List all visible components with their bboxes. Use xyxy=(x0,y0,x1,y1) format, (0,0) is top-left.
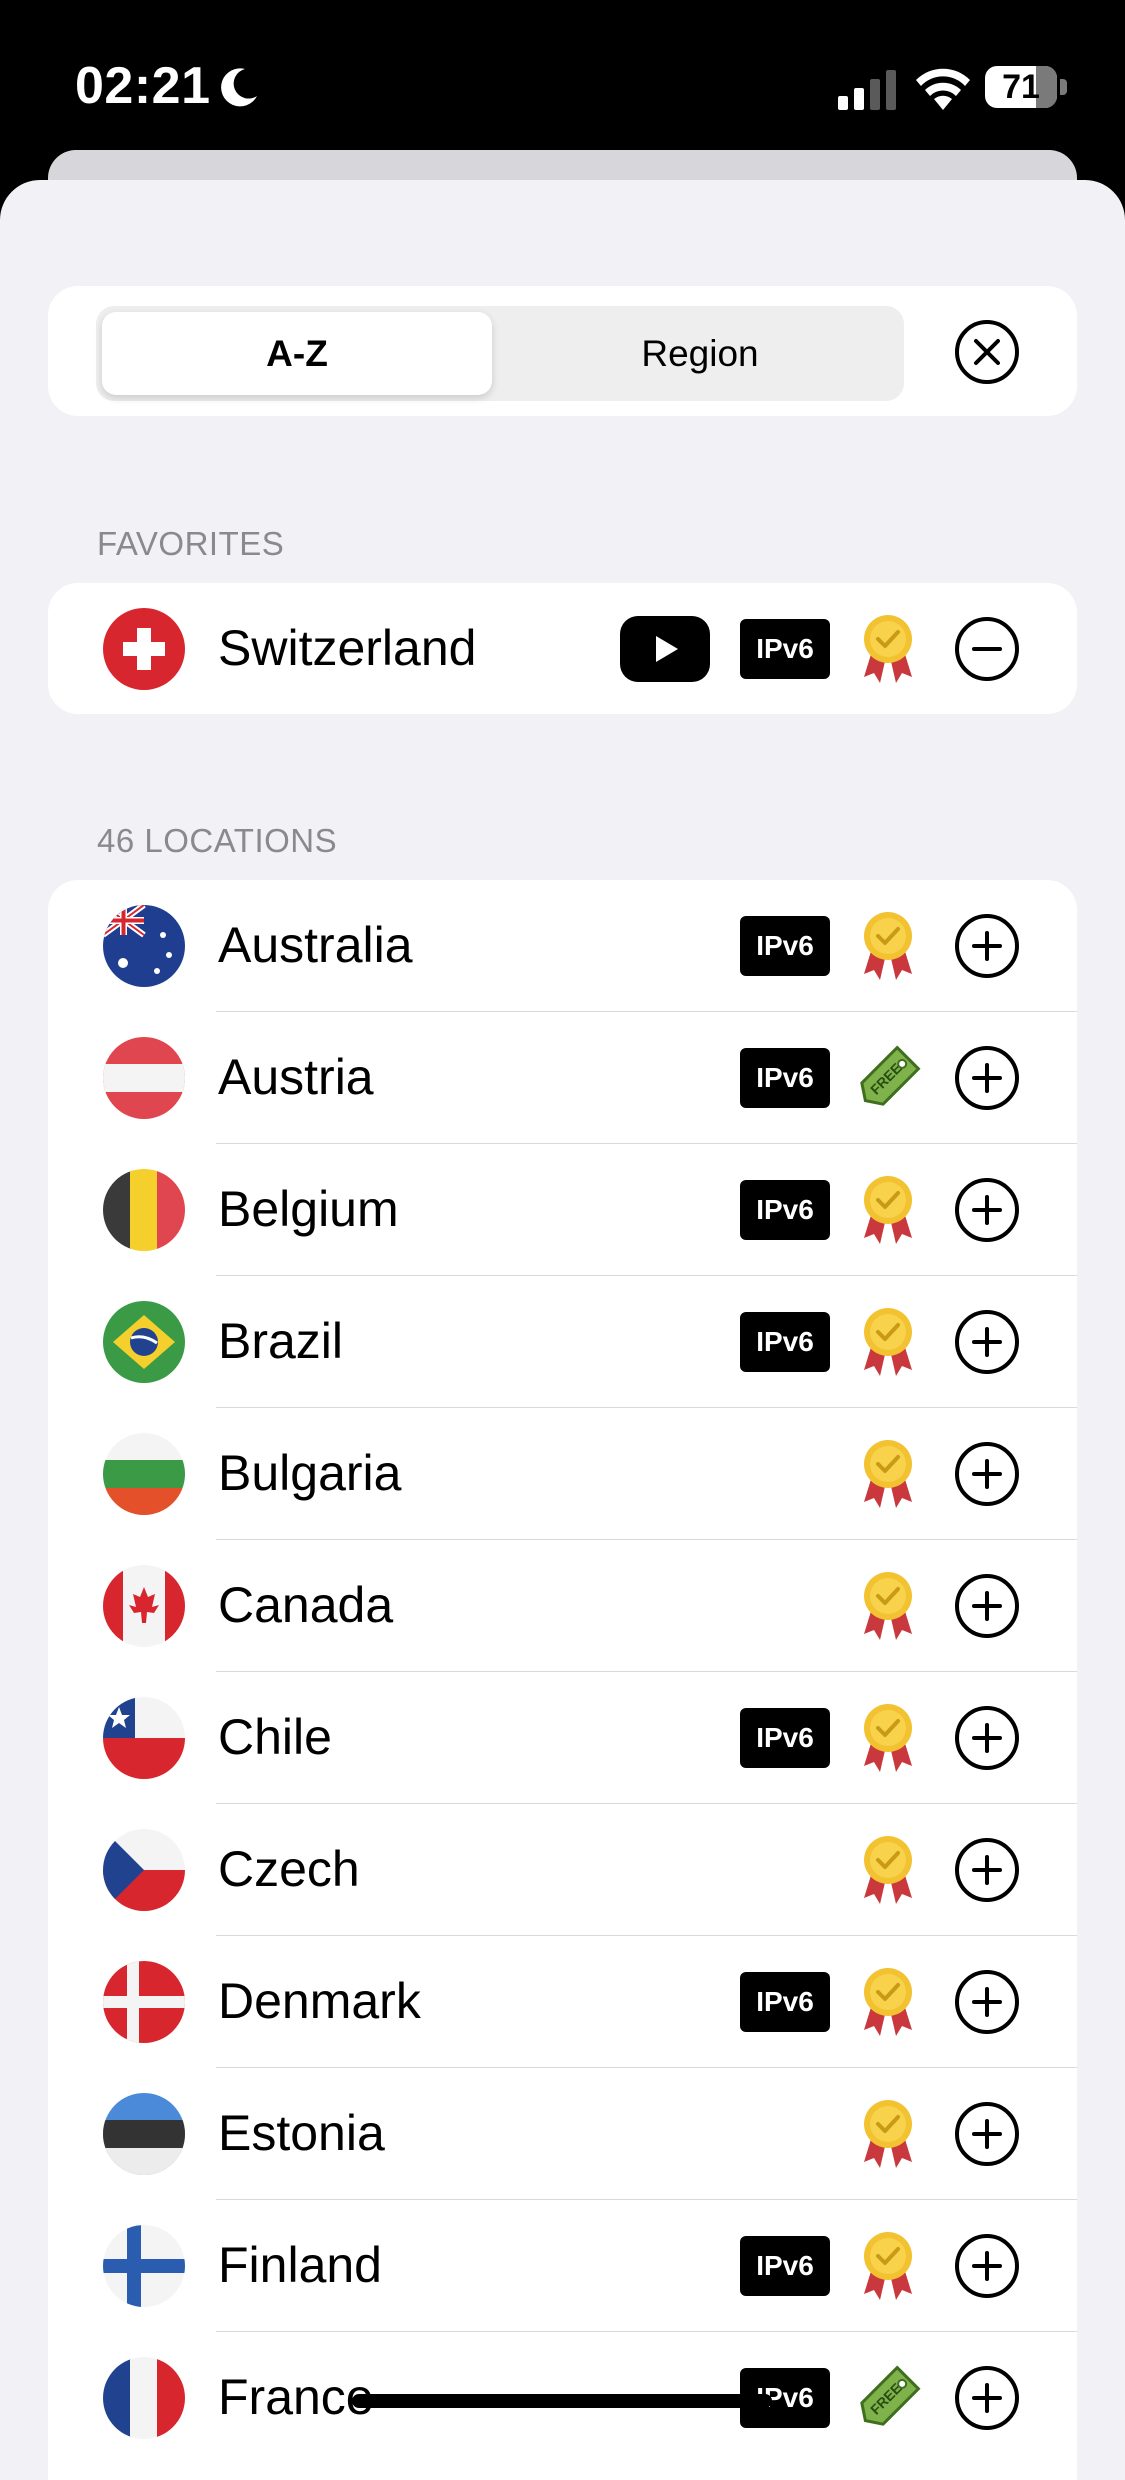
location-row-cz[interactable]: Czech xyxy=(48,1804,1077,1936)
location-picker-sheet: A-Z Region FAVORITES Switzerland IPv6 46 … xyxy=(0,180,1125,2480)
flag-icon xyxy=(103,2357,185,2439)
free-tag-icon: FREE xyxy=(860,1045,921,1106)
add-favorite-icon[interactable] xyxy=(954,1441,1020,1507)
sort-bar: A-Z Region xyxy=(48,286,1077,416)
ipv6-badge: IPv6 xyxy=(740,2236,830,2296)
sort-segmented-control: A-Z Region xyxy=(96,306,904,401)
wifi-icon xyxy=(916,68,970,110)
close-icon[interactable] xyxy=(954,319,1020,385)
ipv6-badge: IPv6 xyxy=(740,619,830,679)
battery-percent: 71 xyxy=(1002,68,1040,106)
add-favorite-icon[interactable] xyxy=(954,2233,1020,2299)
location-row-ca[interactable]: Canada xyxy=(48,1540,1077,1672)
location-row-at[interactable]: Austria IPv6 FREE xyxy=(48,1012,1077,1144)
flag-icon xyxy=(103,1961,185,2043)
location-name: Chile xyxy=(218,1709,332,1765)
home-indicator xyxy=(352,2394,772,2408)
add-favorite-icon[interactable] xyxy=(954,1969,1020,2035)
add-favorite-icon[interactable] xyxy=(954,2101,1020,2167)
premium-medal-icon xyxy=(864,1968,912,2036)
ipv6-badge: IPv6 xyxy=(740,1048,830,1108)
favorites-header: FAVORITES xyxy=(97,525,285,562)
location-name: Brazil xyxy=(218,1313,344,1369)
segment-a-z[interactable]: A-Z xyxy=(102,312,492,395)
premium-medal-icon xyxy=(864,1704,912,1772)
streaming-play-icon xyxy=(620,616,710,682)
location-row-au[interactable]: Australia IPv6 xyxy=(48,880,1077,1012)
location-name: Switzerland xyxy=(218,620,477,676)
status-time: 02:21 xyxy=(75,57,211,115)
location-name: Bulgaria xyxy=(218,1445,402,1501)
flag-icon xyxy=(103,608,185,690)
locations-list: Australia IPv6 Austria IPv6 FREE Belgium IPv6 B… xyxy=(48,880,1077,2480)
premium-medal-icon xyxy=(864,1308,912,1376)
add-favorite-icon[interactable] xyxy=(954,913,1020,979)
add-favorite-icon[interactable] xyxy=(954,1177,1020,1243)
flag-icon xyxy=(103,1169,185,1251)
flag-icon xyxy=(103,1433,185,1515)
location-row-ee[interactable]: Estonia xyxy=(48,2068,1077,2200)
add-favorite-icon[interactable] xyxy=(954,1573,1020,1639)
flag-icon xyxy=(103,1565,185,1647)
premium-medal-icon xyxy=(864,1176,912,1244)
location-row-bg[interactable]: Bulgaria xyxy=(48,1408,1077,1540)
location-name: Austria xyxy=(218,1049,374,1105)
flag-icon xyxy=(103,2093,185,2175)
location-row-fi[interactable]: Finland IPv6 xyxy=(48,2200,1077,2332)
cellular-signal-icon xyxy=(838,70,896,110)
location-name: Canada xyxy=(218,1577,394,1633)
flag-icon xyxy=(103,1829,185,1911)
premium-medal-icon xyxy=(864,1836,912,1904)
location-name: Belgium xyxy=(218,1181,399,1237)
location-name: Finland xyxy=(218,2237,382,2293)
location-name: Australia xyxy=(218,917,413,973)
favorites-list: Switzerland IPv6 xyxy=(48,583,1077,714)
flag-icon xyxy=(103,905,185,987)
premium-medal-icon xyxy=(864,912,912,980)
location-name: Estonia xyxy=(218,2105,385,2161)
location-name: Denmark xyxy=(218,1973,421,2029)
premium-medal-icon xyxy=(864,2232,912,2300)
ipv6-badge: IPv6 xyxy=(740,1312,830,1372)
location-row-ch[interactable]: Switzerland IPv6 xyxy=(48,583,1077,715)
premium-medal-icon xyxy=(864,1440,912,1508)
moon-icon xyxy=(221,68,257,107)
add-favorite-icon[interactable] xyxy=(954,1837,1020,1903)
location-name: France xyxy=(218,2369,374,2425)
flag-icon xyxy=(103,1697,185,1779)
battery-indicator: 71 xyxy=(985,66,1067,108)
status-bar: 02:21 71 xyxy=(0,0,1125,175)
add-favorite-icon[interactable] xyxy=(954,1309,1020,1375)
free-tag-icon: FREE xyxy=(860,2365,921,2426)
location-row-br[interactable]: Brazil IPv6 xyxy=(48,1276,1077,1408)
location-row-be[interactable]: Belgium IPv6 xyxy=(48,1144,1077,1276)
ipv6-badge: IPv6 xyxy=(740,1972,830,2032)
ipv6-badge: IPv6 xyxy=(740,916,830,976)
premium-medal-icon xyxy=(864,615,912,683)
flag-icon xyxy=(103,2225,185,2307)
flag-icon xyxy=(103,1301,185,1383)
ipv6-badge: IPv6 xyxy=(740,1180,830,1240)
location-row-cl[interactable]: Chile IPv6 xyxy=(48,1672,1077,1804)
location-row-dk[interactable]: Denmark IPv6 xyxy=(48,1936,1077,2068)
ipv6-badge: IPv6 xyxy=(740,1708,830,1768)
locations-header: 46 LOCATIONS xyxy=(97,822,338,859)
premium-medal-icon xyxy=(864,2100,912,2168)
segment-region[interactable]: Region xyxy=(502,312,898,395)
flag-icon xyxy=(103,1037,185,1119)
remove-favorite-icon[interactable] xyxy=(954,616,1020,682)
add-favorite-icon[interactable] xyxy=(954,2365,1020,2431)
add-favorite-icon[interactable] xyxy=(954,1705,1020,1771)
premium-medal-icon xyxy=(864,1572,912,1640)
location-name: Czech xyxy=(218,1841,360,1897)
add-favorite-icon[interactable] xyxy=(954,1045,1020,1111)
